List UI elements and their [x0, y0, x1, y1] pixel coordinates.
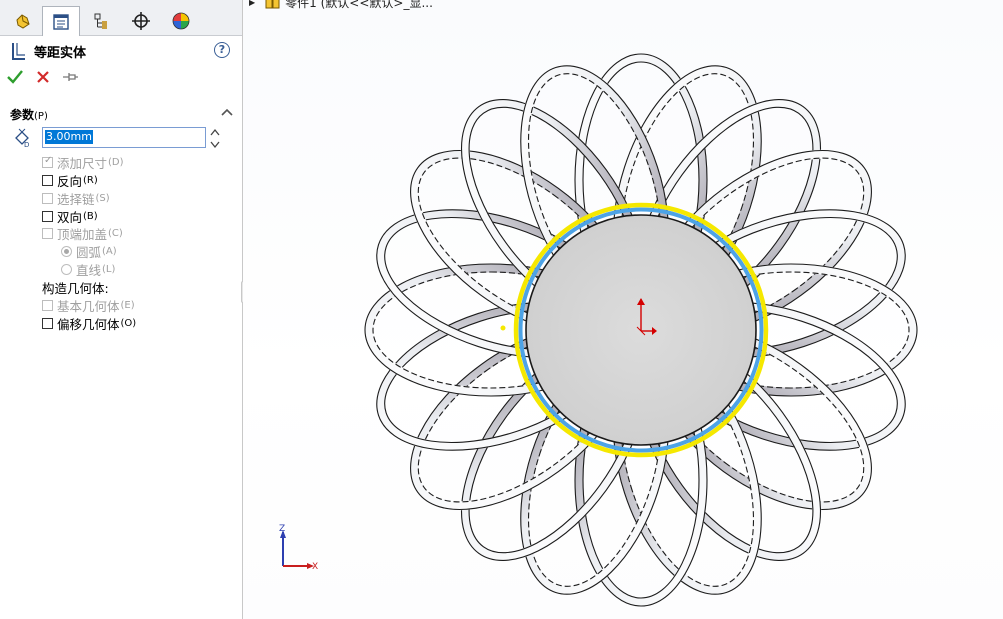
option-label: 基本几何体	[57, 298, 120, 314]
section-title-text: 参数	[10, 108, 35, 122]
spin-down-icon[interactable]	[210, 140, 220, 149]
selection-handle-dot[interactable]	[500, 325, 506, 331]
radio-button[interactable]	[61, 263, 72, 275]
option-label: 偏移几何体	[57, 316, 120, 332]
checkbox-box[interactable]	[42, 299, 53, 311]
crosshair-icon	[132, 11, 150, 30]
parameters-section-label: 参数(P)	[10, 106, 48, 123]
tab-display-manager[interactable]	[162, 7, 200, 34]
construction-geometry-label: 构造几何体:	[42, 281, 109, 296]
spin-up-icon[interactable]	[210, 128, 220, 137]
graphics-area[interactable]: ▶ 零件1 (默认<<默认>_显... Z X	[243, 0, 1003, 619]
distance-spinner[interactable]	[210, 128, 220, 152]
parameters-section-header[interactable]: 参数(P)	[0, 103, 242, 123]
tab-feature-manager[interactable]	[4, 7, 42, 34]
radio-key: (A)	[102, 245, 117, 257]
checkbox-box[interactable]	[42, 227, 53, 239]
offset-geometry-checkbox[interactable]: 偏移几何体 (O)	[42, 314, 136, 332]
reference-triad: Z X	[279, 524, 318, 572]
pushpin-icon[interactable]	[61, 69, 79, 85]
option-key: (D)	[108, 156, 124, 168]
feature-tree-icon	[16, 13, 30, 29]
option-label: 添加尺寸	[57, 155, 108, 171]
chevron-up-icon[interactable]	[221, 107, 233, 117]
option-key: (O)	[120, 317, 137, 329]
add-dimensions-checkbox[interactable]: ✓ 添加尺寸 (D)	[42, 153, 124, 171]
property-manager: 等距实体 ? 参数(P) D 3.00mm ✓ 添加尺寸 (D) 反向 (R) …	[0, 0, 243, 619]
option-key: (C)	[108, 227, 123, 239]
configuration-icon	[94, 13, 107, 29]
model-view[interactable]: Z X	[243, 0, 1003, 619]
option-key: (E)	[120, 299, 135, 311]
radio-dot	[64, 248, 69, 254]
radio-label: 直线	[76, 262, 102, 278]
check-mark-icon: ✓	[44, 154, 53, 166]
triad-x-label: X	[312, 562, 318, 572]
tab-configuration-manager[interactable]	[82, 7, 120, 34]
help-icon[interactable]: ?	[214, 42, 230, 58]
option-label: 反向	[57, 173, 83, 189]
svg-text:D: D	[24, 141, 29, 148]
section-mnemonic: (P)	[34, 111, 48, 122]
feature-title: 等距实体	[34, 46, 87, 61]
manager-tab-bar	[0, 0, 242, 36]
base-geometry-checkbox[interactable]: 基本几何体 (E)	[42, 296, 135, 314]
cap-arcs-radio[interactable]: 圆弧 (A)	[61, 242, 117, 260]
bidirectional-checkbox[interactable]: 双向 (B)	[42, 207, 98, 225]
tab-property-manager[interactable]	[42, 6, 80, 36]
cap-ends-checkbox[interactable]: 顶端加盖 (C)	[42, 224, 123, 242]
color-wheel-icon	[172, 12, 190, 29]
offset-distance-value: 3.00mm	[45, 130, 93, 144]
radio-button[interactable]	[61, 245, 72, 257]
triad-z-label: Z	[279, 524, 285, 534]
option-key: (B)	[83, 210, 98, 222]
select-chain-checkbox[interactable]: 选择链 (S)	[42, 189, 110, 207]
checkbox-box[interactable]: ✓	[42, 154, 53, 168]
offset-entities-icon	[12, 43, 25, 60]
checkbox-box[interactable]	[42, 210, 53, 222]
offset-distance-row: D 3.00mm	[10, 127, 235, 151]
tab-dimxpert-manager[interactable]	[122, 7, 160, 34]
cap-lines-radio[interactable]: 直线 (L)	[61, 260, 115, 278]
radio-label: 圆弧	[76, 244, 102, 260]
checkbox-box[interactable]	[42, 317, 53, 329]
cancel-x-icon[interactable]	[35, 69, 51, 85]
radio-key: (L)	[102, 263, 116, 275]
offset-distance-icon: D	[15, 128, 29, 148]
option-label: 顶端加盖	[57, 226, 108, 242]
option-key: (R)	[83, 174, 98, 186]
confirm-check-icon[interactable]	[6, 68, 24, 86]
checkbox-box[interactable]	[42, 192, 53, 204]
option-label: 选择链	[57, 191, 95, 207]
reverse-checkbox[interactable]: 反向 (R)	[42, 171, 98, 189]
property-manager-icon	[53, 13, 69, 30]
feature-header: 等距实体 ?	[8, 41, 236, 61]
checkbox-box[interactable]	[42, 174, 53, 186]
option-key: (S)	[95, 192, 110, 204]
